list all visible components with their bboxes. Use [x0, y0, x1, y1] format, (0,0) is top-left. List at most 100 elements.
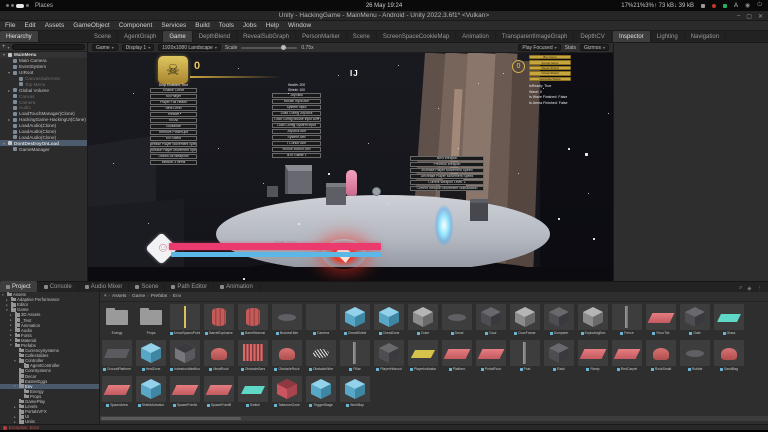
menu-item[interactable]: Edit	[24, 22, 35, 29]
debug-button[interactable]: Remove PowerUps	[150, 130, 197, 135]
asset-item[interactable]: Switch	[238, 376, 268, 408]
asset-item[interactable]: Pillar	[340, 340, 370, 372]
asset-item[interactable]: Post	[510, 340, 540, 372]
power-icon[interactable]: ⏻	[757, 2, 762, 9]
asset-item[interactable]: Decal	[442, 304, 472, 336]
debug-button[interactable]: Load Config System Input	[272, 123, 321, 128]
stats-button[interactable]: Stats	[565, 45, 576, 51]
debug-button[interactable]: JoyStick Aim	[272, 129, 321, 134]
menu-item[interactable]: Help	[266, 22, 279, 29]
asset-item[interactable]: Platform	[442, 340, 472, 372]
debug-button[interactable]: System Aim	[272, 135, 321, 140]
center-dock-tab[interactable]: Scene	[88, 31, 118, 42]
debug-button[interactable]: System Input	[272, 105, 321, 110]
debug-button[interactable]: Enable Cheat	[150, 88, 197, 93]
debug-button[interactable]: Player Full Health	[150, 100, 197, 105]
breadcrumb-item[interactable]: ›Assets	[108, 294, 126, 299]
menu-item[interactable]: File	[5, 22, 15, 29]
wave-debug-button[interactable]: Forget Items	[529, 60, 571, 64]
menu-item[interactable]: Tools	[219, 22, 234, 29]
wave-debug-button[interactable]: Cheat Shield	[529, 71, 571, 75]
asset-item[interactable]: Camera	[306, 304, 336, 336]
close-button[interactable]: ✕	[758, 13, 763, 20]
debug-button[interactable]: Increase Player Movement Speed	[150, 142, 197, 147]
scale-slider[interactable]	[241, 47, 297, 49]
clock[interactable]: 26 May 19:24	[366, 3, 402, 9]
panel-menu-icon[interactable]: ⋮	[757, 286, 763, 292]
display-dropdown[interactable]: Display 1▾	[122, 44, 155, 51]
right-dock-tab[interactable]: Navigation	[685, 31, 726, 42]
debug-button[interactable]: Previous Weapon	[410, 162, 484, 167]
menu-item[interactable]: Build	[195, 22, 209, 29]
minimize-button[interactable]: –	[737, 13, 740, 19]
horizontal-scrollbar[interactable]	[100, 416, 768, 421]
asset-item[interactable]: SpawnPointA	[170, 376, 200, 408]
center-dock-tab[interactable]: DepthCV	[574, 31, 611, 42]
asset-item[interactable]: SpawnArea	[102, 376, 132, 408]
center-dock-tab[interactable]: ScreenSpaceCookieMap	[377, 31, 456, 42]
debug-button[interactable]: Load Config Mouse Input Aim	[272, 117, 321, 122]
hierarchy-search-input[interactable]	[12, 44, 85, 50]
asset-item[interactable]: Dumpster	[544, 304, 574, 336]
bottom-dock-tab[interactable]: Path Editor	[165, 281, 214, 292]
debug-button[interactable]: Is In Game: t	[272, 153, 321, 158]
asset-item[interactable]: Glass	[714, 304, 744, 336]
menu-item[interactable]: Services	[161, 22, 186, 29]
add-gameobject-button[interactable]: +	[2, 44, 6, 50]
debug-button[interactable]: Restart	[150, 112, 197, 117]
input-language-indicator[interactable]: A	[734, 3, 738, 9]
resolution-dropdown[interactable]: 1920x1080 Landscape▾	[158, 44, 221, 51]
asset-item[interactable]: WorkBay	[340, 376, 370, 408]
asset-item[interactable]: BushesHide	[272, 304, 302, 336]
menu-item[interactable]: GameObject	[73, 22, 110, 29]
debug-button[interactable]: Current Weapon Level: 1	[410, 180, 484, 185]
debug-button[interactable]: Kill Player	[150, 94, 197, 99]
game-mode-dropdown[interactable]: Game▾	[92, 44, 118, 51]
wave-debug-button[interactable]: Buy Items	[529, 55, 571, 59]
asset-item[interactable]: ArrowSpawnPoint	[170, 304, 200, 336]
wave-debug-button[interactable]: Reset Shield	[529, 66, 571, 70]
debug-button[interactable]: Decrease Player Movement Speed	[150, 148, 197, 153]
bottom-dock-tab[interactable]: Console	[38, 281, 79, 292]
expand-arrow-icon[interactable]: ▾	[14, 384, 19, 388]
settings-dot-icon[interactable]	[701, 4, 705, 8]
breadcrumb-item[interactable]: ›Env	[169, 294, 181, 299]
places-menu[interactable]: Places	[35, 3, 53, 9]
menu-item[interactable]: Component	[119, 22, 153, 29]
bottom-dock-tab[interactable]: Audio Mixer	[79, 281, 130, 292]
system-tray[interactable]: 17%21%3%↑ 73 kB↓ 39 kB A ◉ ⏻	[621, 2, 762, 9]
status-bar[interactable]: Exception: Error	[0, 424, 768, 430]
debug-button[interactable]: Unlock All Weapons	[150, 154, 197, 159]
debug-button[interactable]: Increase Player Movement Speed	[410, 168, 484, 173]
wave-debug-button[interactable]: Generate Route	[529, 77, 571, 81]
asset-item[interactable]: PlayerHideout	[374, 340, 404, 372]
asset-item[interactable]: Rack	[544, 340, 574, 372]
play-focused-dropdown[interactable]: Play Focused▾	[518, 44, 560, 51]
expand-arrow-icon[interactable]: ▾	[2, 293, 7, 297]
hierarchy-item[interactable]: GameManager	[0, 146, 87, 152]
gizmos-dropdown[interactable]: Gizmos▾	[580, 44, 609, 51]
center-dock-tab[interactable]: Animation	[456, 31, 496, 42]
expand-arrow-icon[interactable]: ▾	[14, 359, 19, 363]
asset-item[interactable]: Energy	[102, 304, 132, 336]
debug-button[interactable]: Mouse Motion Aim	[272, 147, 321, 152]
asset-item[interactable]: Fence	[612, 304, 642, 336]
chevron-down-icon[interactable]: ▾	[8, 45, 10, 50]
window-titlebar[interactable]: Unity - HackingGame - MainMenu - Android…	[0, 11, 768, 21]
menu-item[interactable]: Assets	[45, 22, 65, 29]
asset-item[interactable]: Gate	[680, 304, 710, 336]
center-dock-tab[interactable]: TransparentImageGraph	[496, 31, 574, 42]
asset-item[interactable]: ObstacleBars	[238, 340, 268, 372]
debug-button[interactable]: Kill Shield	[150, 136, 197, 141]
asset-item[interactable]: RockSmall	[646, 340, 676, 372]
center-dock-tab[interactable]: Scene	[347, 31, 377, 42]
asset-item[interactable]: ExplodingBox	[578, 304, 608, 336]
asset-item[interactable]: ObstacleRock	[272, 340, 302, 372]
asset-item[interactable]: SpawnPointB	[204, 376, 234, 408]
breadcrumb-chevron-icon[interactable]: ▾	[104, 294, 106, 299]
debug-button[interactable]: Next Level	[150, 106, 197, 111]
debug-button[interactable]: Current Weapon Movement Stabilization	[410, 186, 484, 191]
asset-item[interactable]: RedCarpet	[612, 340, 642, 372]
asset-item[interactable]: HealZone	[136, 340, 166, 372]
asset-item[interactable]: GroundPlatform	[102, 340, 132, 372]
